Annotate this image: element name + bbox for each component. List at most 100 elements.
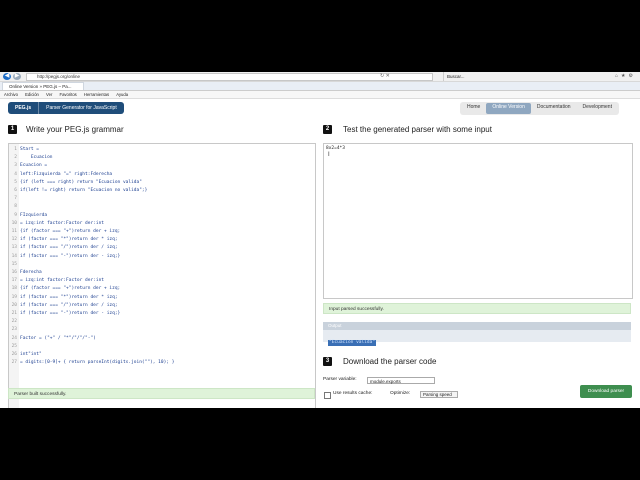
menu-archivo[interactable]: Archivo xyxy=(4,92,18,97)
code-line: 27 = digits:[0-9]+ { return parseInt(digi… xyxy=(9,359,175,367)
code-line: 23 xyxy=(9,326,20,334)
address-bar-row: ◀ ▶ http://pegjs.org/online ↻ ✕ Buscar..… xyxy=(0,72,640,82)
nav-online-version[interactable]: Online Version xyxy=(486,103,531,114)
code-line: 24 Factor = ("+" / "*"/"/"/"-") xyxy=(9,335,96,343)
refresh-icon[interactable]: ↻ ✕ xyxy=(380,73,390,79)
line-number: 15 xyxy=(11,261,17,267)
code-line: 25 xyxy=(9,343,20,351)
code-line: 21 if (factor === "-")return der - izq;} xyxy=(9,310,121,318)
line-number: 23 xyxy=(11,327,17,333)
code-line: 20 if (factor === "/")return der / izq; xyxy=(9,302,118,310)
step-3-badge: 3 xyxy=(323,357,332,366)
search-tab[interactable]: Buscar... xyxy=(443,72,547,81)
line-number: 17 xyxy=(11,278,17,284)
code-line: 4 left:Fizquierda "=" right:Fderecha xyxy=(9,171,112,179)
nav-documentation[interactable]: Documentation xyxy=(531,103,577,114)
menu-ver[interactable]: Ver xyxy=(46,92,52,97)
code-line: 10 = izq:int factor:Factor der:int xyxy=(9,220,104,228)
code-text: if (factor === "/")return der / izq; xyxy=(20,302,118,308)
line-number: 10 xyxy=(11,220,17,226)
menu-herramientas[interactable]: Herramientas xyxy=(84,92,109,97)
test-input-value: 8x2=4*3 xyxy=(326,146,345,151)
code-line: 16 Fderecha xyxy=(9,269,42,277)
step-1-badge: 1 xyxy=(8,125,17,134)
code-line: 17 = izq:int factor:Factor der:int xyxy=(9,277,104,285)
step-2-badge: 2 xyxy=(323,125,332,134)
nav-development[interactable]: Development xyxy=(577,103,618,114)
input-status-message: Input parsed successfully. xyxy=(323,303,631,314)
results-cache-label: Use results cache: xyxy=(333,391,373,396)
line-number: 24 xyxy=(11,335,17,341)
line-number: 25 xyxy=(11,343,17,349)
output-panel: "Ecuacion valida" xyxy=(323,330,631,346)
forward-button[interactable]: ▶ xyxy=(13,73,21,80)
output-header: Output xyxy=(323,322,631,330)
line-number: 22 xyxy=(11,319,17,325)
code-line: 22 xyxy=(9,318,20,326)
code-text: {if (left === right) return "Ecuacion va… xyxy=(20,179,142,185)
browser-window: ◀ ▶ http://pegjs.org/online ↻ ✕ Buscar..… xyxy=(0,72,640,408)
line-number: 26 xyxy=(11,352,17,357)
code-text: Fderecha xyxy=(20,270,42,275)
tab-bar: Online Version » PEG.js – Pa... xyxy=(0,82,640,91)
line-number: 16 xyxy=(11,270,17,275)
code-text: Start = xyxy=(20,147,39,152)
parser-variable-input[interactable]: module.exports xyxy=(367,377,435,384)
output-value: "Ecuacion valida" xyxy=(328,340,377,346)
menu-ayuda[interactable]: Ayuda xyxy=(116,92,128,97)
back-button[interactable]: ◀ xyxy=(3,73,11,80)
code-line: 26 int"int" xyxy=(9,351,42,359)
download-parser-button[interactable]: Download parser xyxy=(580,385,632,398)
code-line: 15 xyxy=(9,261,20,269)
site-header: PEG.js Parser Generator for JavaScript xyxy=(8,102,124,114)
grammar-editor[interactable]: 1 Start = 2 Ecuacion 3 Ecuacion = 4 left:Fizqu… xyxy=(8,143,316,408)
url-field[interactable]: http://pegjs.org/online xyxy=(26,73,433,81)
code-text: = digits:[0-9]+ { return parseInt(digits… xyxy=(20,360,175,366)
code-line: 6 if(left != right) return "Ecuacion no v… xyxy=(9,187,147,195)
parser-variable-label: Parser variable: xyxy=(323,377,357,382)
code-text: if (factor === "-")return der - izq;} xyxy=(20,253,121,259)
menu-edicion[interactable]: Edición xyxy=(25,92,39,97)
optimize-select[interactable]: Parsing speed xyxy=(420,391,458,398)
line-number: 5 xyxy=(14,179,17,185)
code-text: {if (factor === "+")return der + izq; xyxy=(20,286,121,292)
code-line: 19 if (factor === "*")return der * izq; xyxy=(9,294,118,302)
results-cache-checkbox[interactable] xyxy=(324,392,331,399)
site-tagline: Parser Generator for JavaScript xyxy=(39,102,124,114)
code-text: FIzquierda xyxy=(20,212,48,218)
line-number: 3 xyxy=(14,163,17,169)
optimize-select-value: Parsing speed xyxy=(423,392,452,397)
code-text: if (factor === "/")return der / izq; xyxy=(20,245,118,251)
line-number: 20 xyxy=(11,302,17,308)
line-number: 4 xyxy=(14,171,17,177)
code-text: = izq:int factor:Factor der:int xyxy=(20,220,104,226)
menu-bar: Archivo Edición Ver Favoritos Herramient… xyxy=(0,91,640,99)
section-2-title: Test the generated parser with some inpu… xyxy=(343,125,492,134)
code-line: 3 Ecuacion = xyxy=(9,162,47,170)
code-line: 1 Start = xyxy=(9,146,39,154)
line-number: 12 xyxy=(11,237,17,243)
code-text: Factor = ("+" / "*"/"/"/"-") xyxy=(20,335,96,341)
code-line: 13 if (factor === "/")return der / izq; xyxy=(9,244,118,252)
site-logo[interactable]: PEG.js xyxy=(8,102,40,114)
nav-home[interactable]: Home xyxy=(461,103,486,114)
line-number: 18 xyxy=(11,286,17,292)
code-text: if (factor === "-")return der - izq;} xyxy=(20,311,121,316)
line-number: 19 xyxy=(11,294,17,300)
line-number: 27 xyxy=(11,360,17,366)
code-text: if(left != right) return "Ecuacion no va… xyxy=(20,188,148,193)
line-number: 6 xyxy=(14,188,17,193)
code-line: 2 Ecuacion xyxy=(9,154,52,162)
code-text: = izq:int factor:Factor der:int xyxy=(20,278,104,284)
code-line: 9 FIzquierda xyxy=(9,212,47,220)
code-text: left:Fizquierda "=" right:Fderecha xyxy=(20,171,113,177)
browser-tab-active[interactable]: Online Version » PEG.js – Pa... xyxy=(2,82,84,90)
text-cursor-icon: I xyxy=(328,152,330,158)
line-number: 1 xyxy=(14,147,17,152)
line-number: 14 xyxy=(11,253,17,259)
test-input-textarea[interactable]: 8x2=4*3 I xyxy=(323,143,633,299)
line-number: 11 xyxy=(11,229,17,234)
window-controls-icon[interactable]: ⌂★⚙ xyxy=(615,73,636,79)
line-number: 21 xyxy=(11,311,17,316)
menu-favoritos[interactable]: Favoritos xyxy=(60,92,77,97)
